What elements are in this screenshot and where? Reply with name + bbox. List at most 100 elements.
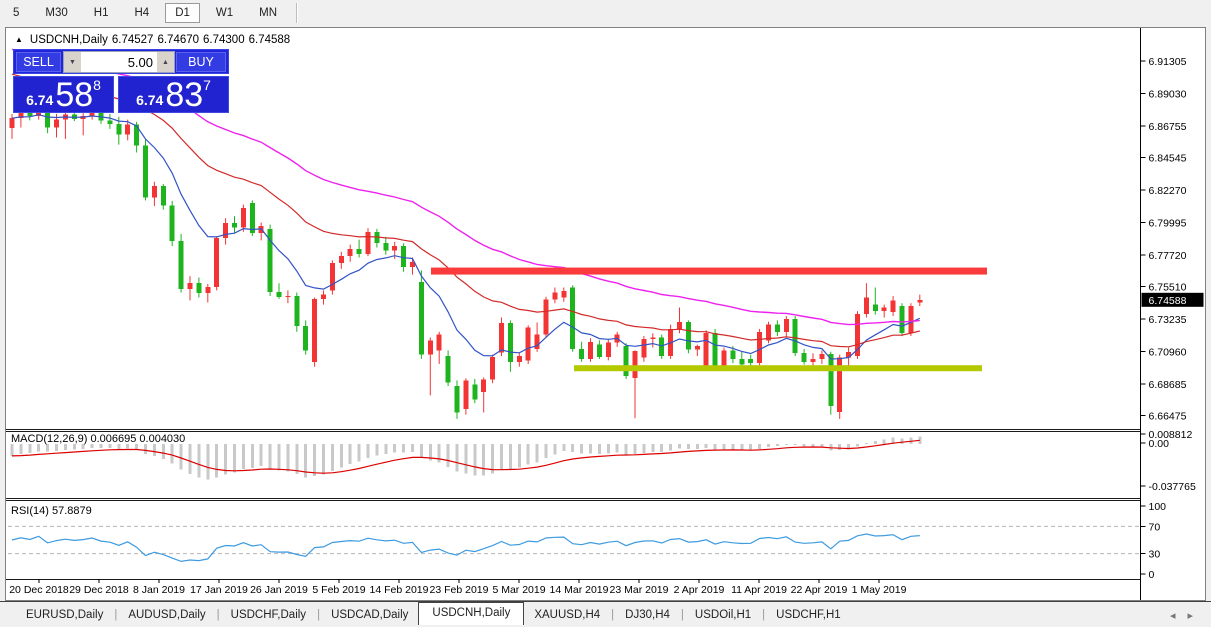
candle-body [330,263,335,290]
macd-histogram-bar [616,444,619,453]
chart-title: ▲USDCNH,Daily6.745276.746706.743006.7458… [15,34,294,46]
buy-price-box[interactable]: 6.74 83 7 [118,76,229,113]
volume-increase-icon[interactable]: ▲ [157,52,174,72]
chart-close: 6.74588 [249,34,291,46]
macd-histogram-bar [794,444,797,445]
timeframe-button-w1[interactable]: W1 [206,3,243,23]
sell-price-box[interactable]: 6.74 58 8 [13,76,114,113]
macd-histogram-bar [278,444,281,471]
tab-audusd-daily[interactable]: AUDUSD,Daily [118,605,215,625]
candle-body [686,322,691,350]
candle-body [143,145,148,197]
macd-histogram-bar [322,444,325,475]
candle-body [241,208,246,227]
volume-decrease-icon[interactable]: ▼ [64,52,81,72]
sell-price-big: 58 [55,80,93,110]
date-tick-label: 5 Mar 2019 [492,584,545,596]
macd-histogram-bar [242,444,245,469]
tab-usdoil-h1[interactable]: USDOil,H1 [685,605,761,625]
tab-usdcad-daily[interactable]: USDCAD,Daily [321,605,418,625]
tab-usdchf-h1[interactable]: USDCHF,H1 [766,605,851,625]
candle-body [357,249,362,254]
macd-histogram-bar [384,444,387,454]
macd-histogram-bar [856,444,859,446]
tab-usdchf-daily[interactable]: USDCHF,Daily [221,605,316,625]
macd-axis-label: -0.037765 [1149,481,1196,493]
candle-body [419,282,424,355]
chart-high: 6.74670 [157,34,199,46]
macd-histogram-bar [553,444,556,455]
tab-separator: | [114,609,117,621]
date-tick-label: 29 Dec 2018 [69,584,129,596]
timeframe-button-mn[interactable]: MN [249,3,287,23]
candle-body [713,333,718,367]
price-tick-label: 6.77720 [1149,250,1187,262]
tab-usdcnh-daily[interactable]: USDCNH,Daily [418,602,524,625]
macd-histogram-bar [286,444,289,472]
rsi-line [12,534,920,561]
timeframe-button-m30[interactable]: M30 [35,3,77,23]
candle-body [624,346,629,376]
macd-histogram-bar [865,443,868,444]
sell-button[interactable]: SELL [16,52,61,72]
tab-scroll-left-icon[interactable]: ◂ [1170,610,1188,622]
one-click-trade-panel: SELL ▼ ▲ BUY 6.74 58 8 6.74 83 7 [13,49,229,113]
support-line[interactable] [574,365,982,371]
chart-symbol: USDCNH,Daily [30,34,108,46]
macd-histogram-bar [269,444,272,469]
resistance-line[interactable] [431,268,987,275]
timeframe-button-h1[interactable]: H1 [84,3,119,23]
candle-body [722,350,727,366]
symbol-tab-bar: EURUSD,Daily|AUDUSD,Daily|USDCHF,Daily|U… [0,601,1211,627]
candle-body [811,359,816,362]
candle-body [908,306,913,333]
macd-histogram-bar [171,444,174,464]
candle-body [561,291,566,297]
tab-xauusd-h4[interactable]: XAUUSD,H4 [524,605,610,625]
volume-stepper: ▼ ▲ [63,51,175,73]
tab-scroll-arrows[interactable]: ◂▸ [1170,609,1205,622]
volume-input[interactable] [81,52,157,72]
sell-price-prefix: 6.74 [26,90,53,110]
chart-low: 6.74300 [203,34,245,46]
date-tick-label: 26 Jan 2019 [250,584,308,596]
tab-eurusd-daily[interactable]: EURUSD,Daily [16,605,113,625]
macd-histogram-bar [687,444,690,449]
price-tick-label: 6.79995 [1149,218,1187,230]
macd-histogram-bar [527,444,530,465]
macd-histogram-bar [11,444,14,456]
timeframe-button-d1[interactable]: D1 [165,3,200,23]
candle-body [650,338,655,339]
candle-body [161,186,166,205]
timeframe-toolbar: 5 M30 H1H4 D1 W1 MN [0,0,1211,26]
date-tick-label: 14 Mar 2019 [550,584,609,596]
trade-panel-top-row: SELL ▼ ▲ BUY [13,49,229,74]
panel-collapse-icon[interactable]: ▲ [15,35,23,44]
current-price-label: 6.74588 [1149,295,1187,307]
candle-body [348,249,353,256]
tab-scroll-right-icon[interactable]: ▸ [1187,610,1205,622]
macd-histogram-bar [607,444,610,454]
buy-button[interactable]: BUY [176,52,226,72]
macd-histogram-bar [580,444,583,454]
date-axis: 20 Dec 201829 Dec 20188 Jan 201917 Jan 2… [9,579,906,596]
macd-histogram-bar [162,444,165,459]
tab-dj30-h4[interactable]: DJ30,H4 [615,605,680,625]
macd-histogram-bar [473,444,476,476]
macd-histogram-bar [785,444,788,445]
macd-histogram-bar [723,444,726,449]
price-tick-label: 6.86755 [1149,121,1187,133]
macd-histogram-bar [571,444,574,452]
macd-histogram-bar [260,444,263,466]
timeframe-button-h4[interactable]: H4 [124,3,159,23]
candle-body [784,319,789,332]
timeframe-button-5[interactable]: 5 [3,3,29,23]
macd-histogram-bar [464,444,467,473]
rsi-layer: RSI(14) 57.887910070300 [8,501,1166,581]
buy-price-big: 83 [165,80,203,110]
macd-histogram-bar [411,444,414,452]
candle-body [633,351,638,378]
macd-histogram-bar [509,444,512,469]
candle-body [455,386,460,412]
macd-histogram-bar [634,444,637,454]
